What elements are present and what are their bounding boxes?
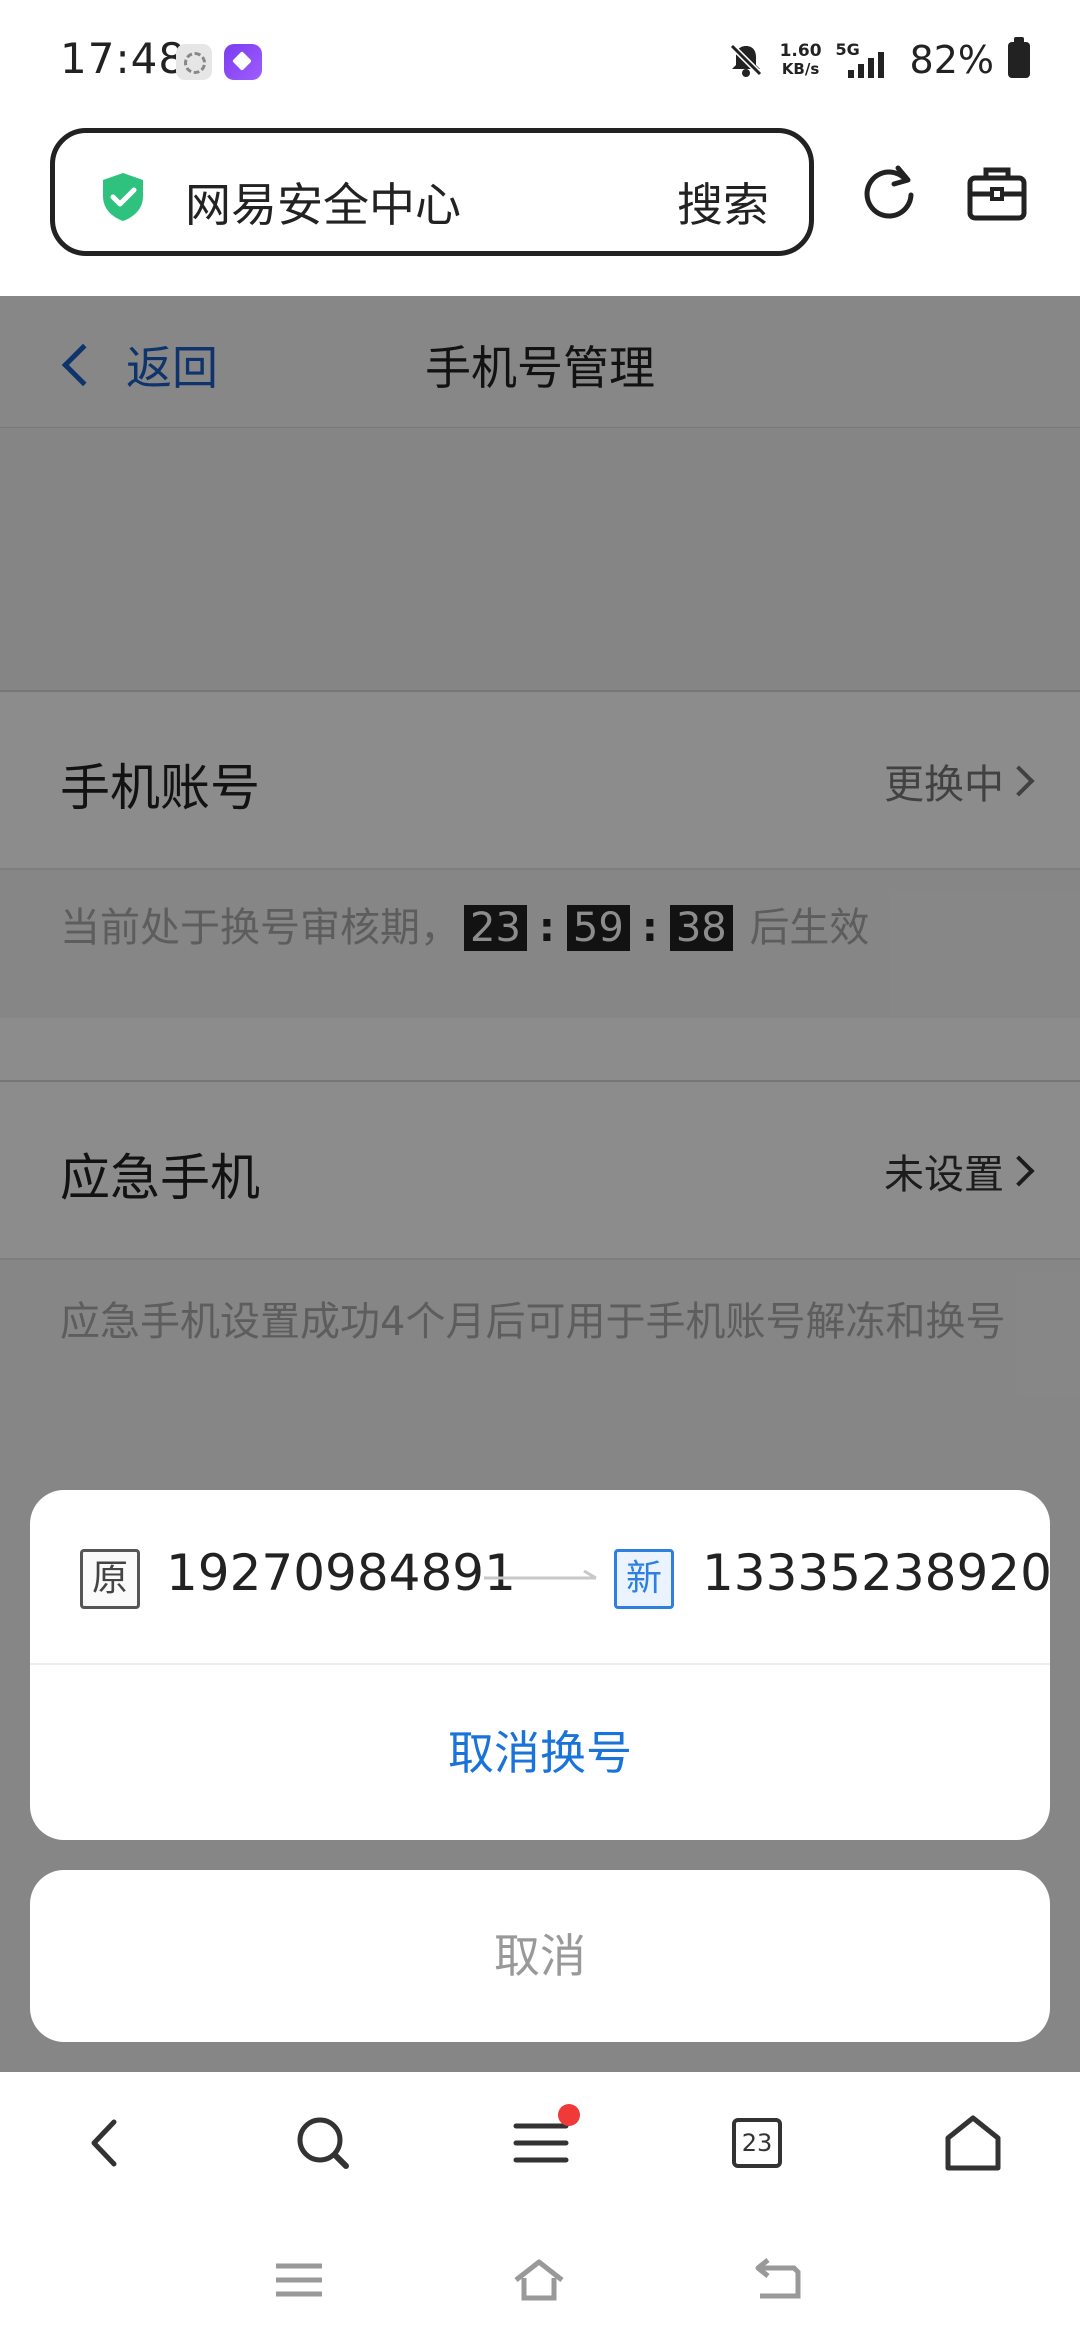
net-speed: 1.60 KB/s <box>780 42 822 78</box>
net-speed-value: 1.60 <box>779 41 822 61</box>
purple-app-icon <box>224 44 262 80</box>
cancel-swap-button[interactable]: 取消换号 <box>30 1667 1050 1840</box>
cancel-button[interactable]: 取消 <box>30 1870 1050 2042</box>
site-name: 网易安全中心 <box>185 178 461 232</box>
search-icon[interactable] <box>288 2108 358 2178</box>
toolbox-icon[interactable] <box>966 162 1028 224</box>
net-speed-unit: KB/s <box>781 60 820 78</box>
tabs-icon[interactable]: 23 <box>722 2108 792 2178</box>
status-time: 17:48 <box>60 34 187 83</box>
action-sheet: 原 19270984891 新 13335238920 取消换号 <box>30 1490 1052 1840</box>
tabs-count: 23 <box>732 2118 782 2168</box>
browser-toolbar: 网易安全中心 搜索 <box>0 120 1080 296</box>
address-bar[interactable]: 网易安全中心 搜索 <box>50 128 814 256</box>
system-home-icon[interactable] <box>512 2256 566 2304</box>
reload-icon[interactable] <box>858 162 920 224</box>
system-nav-bar <box>0 2212 1080 2344</box>
new-number-tag: 新 <box>614 1549 674 1609</box>
recent-apps-icon[interactable] <box>272 2256 326 2304</box>
old-number-tag: 原 <box>80 1549 140 1609</box>
home-icon[interactable] <box>938 2108 1008 2178</box>
notification-dot <box>558 2104 580 2126</box>
number-swap-row: 原 19270984891 新 13335238920 <box>30 1490 1052 1665</box>
new-number: 13335238920 <box>702 1544 1052 1602</box>
system-back-icon[interactable] <box>752 2256 806 2304</box>
browser-bottom-nav: 23 <box>0 2072 1080 2212</box>
signal-icon: 5G <box>836 40 896 80</box>
status-bar: 17:48 1.60 KB/s 5G 82% <box>0 0 1080 120</box>
battery-icon <box>1008 37 1030 78</box>
shield-check-icon <box>103 173 143 221</box>
old-number: 19270984891 <box>166 1544 516 1602</box>
settings-app-icon <box>176 44 212 80</box>
arrow-right-icon <box>484 1570 597 1580</box>
back-icon[interactable] <box>72 2108 142 2178</box>
battery-percent: 82% <box>909 38 994 82</box>
menu-icon[interactable] <box>506 2104 580 2178</box>
search-button[interactable]: 搜索 <box>677 169 769 235</box>
silent-bell-icon <box>729 43 762 77</box>
status-indicators: 1.60 KB/s 5G 82% <box>726 37 1030 82</box>
